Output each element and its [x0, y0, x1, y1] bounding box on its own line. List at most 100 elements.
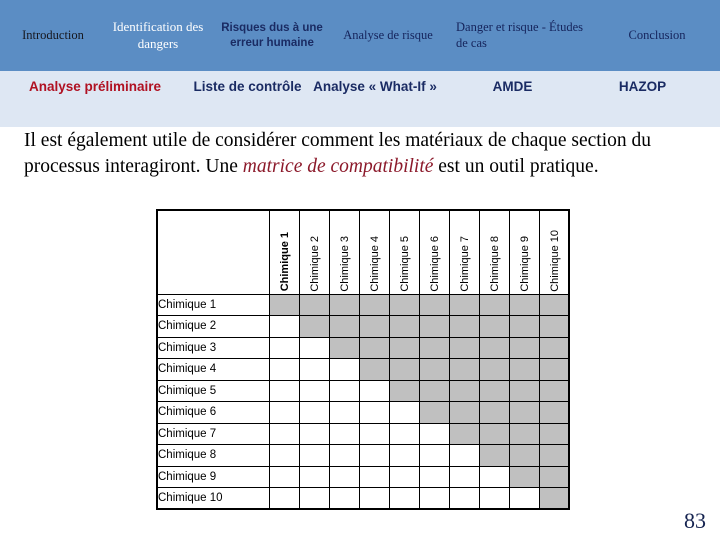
matrix-cell-filled[interactable]	[448, 336, 480, 359]
matrix-cell-filled[interactable]	[418, 358, 450, 381]
matrix-cell-filled[interactable]	[388, 358, 420, 381]
matrix-cell-empty[interactable]	[388, 465, 420, 488]
matrix-cell-empty[interactable]	[298, 465, 330, 488]
matrix-cell-filled[interactable]	[508, 401, 540, 424]
matrix-cell-filled[interactable]	[478, 401, 510, 424]
matrix-cell-filled[interactable]	[298, 315, 330, 338]
matrix-cell-filled[interactable]	[478, 444, 510, 467]
matrix-cell-empty[interactable]	[478, 487, 510, 510]
matrix-cell-filled[interactable]	[448, 422, 480, 445]
matrix-cell-empty[interactable]	[358, 487, 390, 510]
nav-item-analyse-de-risque[interactable]: Analyse de risque	[334, 28, 442, 44]
matrix-cell-empty[interactable]	[388, 487, 420, 510]
matrix-cell-filled[interactable]	[508, 444, 540, 467]
nav-item-conclusion[interactable]: Conclusion	[594, 28, 720, 44]
matrix-cell-filled[interactable]	[538, 422, 570, 445]
matrix-cell-filled[interactable]	[418, 401, 450, 424]
matrix-cell-filled[interactable]	[418, 315, 450, 338]
matrix-cell-filled[interactable]	[508, 293, 540, 316]
matrix-cell-filled[interactable]	[298, 293, 330, 316]
matrix-cell-filled[interactable]	[478, 358, 510, 381]
matrix-cell-empty[interactable]	[328, 379, 360, 402]
matrix-cell-filled[interactable]	[448, 315, 480, 338]
matrix-cell-filled[interactable]	[448, 401, 480, 424]
matrix-cell-filled[interactable]	[538, 358, 570, 381]
matrix-cell-filled[interactable]	[538, 293, 570, 316]
matrix-cell-empty[interactable]	[328, 358, 360, 381]
matrix-cell-empty[interactable]	[298, 358, 330, 381]
matrix-cell-filled[interactable]	[508, 379, 540, 402]
matrix-cell-filled[interactable]	[358, 336, 390, 359]
matrix-cell-empty[interactable]	[298, 487, 330, 510]
matrix-cell-empty[interactable]	[268, 358, 300, 381]
matrix-cell-filled[interactable]	[358, 358, 390, 381]
matrix-cell-filled[interactable]	[508, 358, 540, 381]
subnav-item-analyse-preliminaire[interactable]: Analyse préliminaire	[0, 78, 190, 95]
matrix-cell-empty[interactable]	[418, 444, 450, 467]
matrix-cell-empty[interactable]	[388, 444, 420, 467]
matrix-cell-empty[interactable]	[268, 379, 300, 402]
matrix-cell-empty[interactable]	[358, 422, 390, 445]
matrix-cell-empty[interactable]	[268, 465, 300, 488]
matrix-cell-filled[interactable]	[418, 336, 450, 359]
matrix-cell-filled[interactable]	[388, 315, 420, 338]
matrix-cell-empty[interactable]	[418, 422, 450, 445]
matrix-cell-filled[interactable]	[268, 293, 300, 316]
matrix-cell-filled[interactable]	[538, 336, 570, 359]
matrix-cell-empty[interactable]	[508, 487, 540, 510]
matrix-cell-empty[interactable]	[358, 444, 390, 467]
matrix-cell-filled[interactable]	[388, 379, 420, 402]
matrix-cell-empty[interactable]	[328, 444, 360, 467]
subnav-item-liste-de-controle[interactable]: Liste de contrôle	[190, 78, 305, 95]
matrix-cell-filled[interactable]	[508, 315, 540, 338]
matrix-cell-filled[interactable]	[358, 293, 390, 316]
matrix-cell-filled[interactable]	[538, 315, 570, 338]
matrix-cell-filled[interactable]	[328, 293, 360, 316]
nav-item-danger-et-risque-etudes-de-cas[interactable]: Danger et risque - Études de cas	[442, 20, 594, 51]
matrix-cell-empty[interactable]	[418, 487, 450, 510]
nav-item-identification-des-dangers[interactable]: Identification des dangers	[106, 19, 210, 52]
matrix-cell-filled[interactable]	[448, 358, 480, 381]
matrix-cell-empty[interactable]	[268, 336, 300, 359]
matrix-cell-empty[interactable]	[448, 465, 480, 488]
matrix-cell-empty[interactable]	[268, 315, 300, 338]
subnav-item-amde[interactable]: AMDE	[445, 78, 580, 95]
subnav-item-hazop[interactable]: HAZOP	[580, 78, 705, 95]
matrix-cell-filled[interactable]	[448, 293, 480, 316]
matrix-cell-empty[interactable]	[328, 487, 360, 510]
matrix-cell-filled[interactable]	[538, 444, 570, 467]
matrix-cell-empty[interactable]	[358, 401, 390, 424]
matrix-cell-filled[interactable]	[538, 401, 570, 424]
matrix-cell-empty[interactable]	[388, 401, 420, 424]
matrix-cell-empty[interactable]	[448, 487, 480, 510]
matrix-cell-filled[interactable]	[478, 293, 510, 316]
matrix-cell-empty[interactable]	[358, 379, 390, 402]
matrix-cell-empty[interactable]	[388, 422, 420, 445]
matrix-cell-filled[interactable]	[538, 379, 570, 402]
matrix-cell-filled[interactable]	[418, 379, 450, 402]
matrix-cell-filled[interactable]	[508, 465, 540, 488]
matrix-cell-empty[interactable]	[328, 401, 360, 424]
matrix-cell-empty[interactable]	[448, 444, 480, 467]
matrix-cell-empty[interactable]	[418, 465, 450, 488]
nav-item-risques-erreur-humaine[interactable]: Risques dus à une erreur humaine	[210, 21, 334, 50]
matrix-cell-filled[interactable]	[388, 336, 420, 359]
matrix-cell-filled[interactable]	[418, 293, 450, 316]
matrix-cell-empty[interactable]	[328, 465, 360, 488]
subnav-item-analyse-what-if[interactable]: Analyse « What-If »	[305, 78, 445, 95]
matrix-cell-empty[interactable]	[268, 401, 300, 424]
nav-item-introduction[interactable]: Introduction	[0, 28, 106, 44]
matrix-cell-empty[interactable]	[268, 487, 300, 510]
matrix-cell-filled[interactable]	[508, 422, 540, 445]
matrix-cell-filled[interactable]	[328, 315, 360, 338]
matrix-cell-empty[interactable]	[298, 401, 330, 424]
matrix-cell-filled[interactable]	[508, 336, 540, 359]
matrix-cell-filled[interactable]	[358, 315, 390, 338]
matrix-cell-empty[interactable]	[268, 444, 300, 467]
matrix-cell-filled[interactable]	[328, 336, 360, 359]
matrix-cell-filled[interactable]	[478, 379, 510, 402]
matrix-cell-empty[interactable]	[298, 422, 330, 445]
matrix-cell-filled[interactable]	[538, 465, 570, 488]
matrix-cell-empty[interactable]	[358, 465, 390, 488]
matrix-cell-filled[interactable]	[478, 336, 510, 359]
